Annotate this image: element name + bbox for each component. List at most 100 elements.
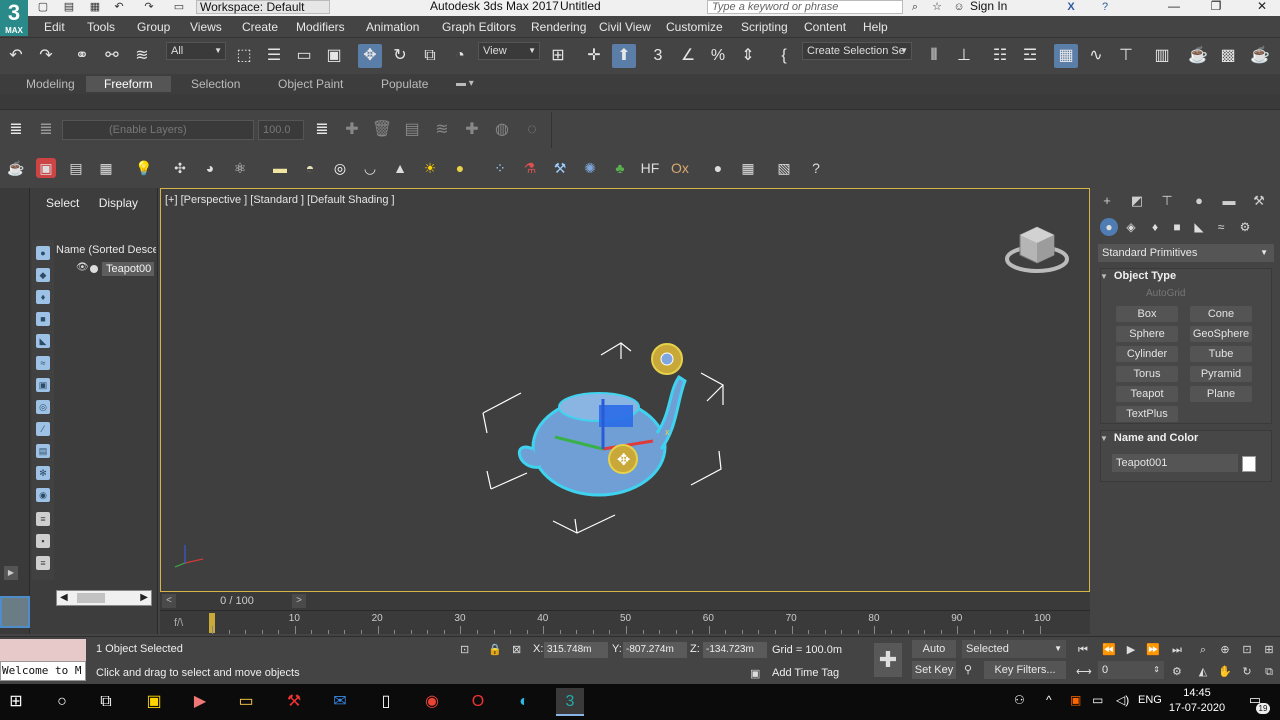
orbit-icon[interactable]: ↻ (1238, 663, 1256, 681)
geosphere-button[interactable]: GeoSphere (1190, 326, 1252, 342)
reference-coordinate-dropdown[interactable]: View ▼ (478, 42, 540, 60)
motion-tab-icon[interactable]: ● (1190, 192, 1208, 210)
frozen-filter-icon[interactable]: ✻ (36, 466, 50, 480)
zoom-all-icon[interactable]: ⊕ (1216, 641, 1234, 659)
select-and-rotate-icon[interactable]: ↻ (388, 44, 412, 68)
undo-icon[interactable]: ↶ (4, 44, 28, 68)
groups-filter-icon[interactable]: ▣ (36, 378, 50, 392)
render-setup-icon[interactable]: ☕ (1186, 44, 1210, 68)
xrefs-filter-icon[interactable]: ◎ (36, 400, 50, 414)
isolate-selection-icon[interactable]: ⊡ (460, 643, 469, 657)
material-icon[interactable]: ▣ (36, 158, 56, 178)
tab-object-paint[interactable]: Object Paint (278, 76, 343, 92)
menu-content[interactable]: Content (804, 19, 846, 35)
previous-frame-icon[interactable]: < (162, 594, 176, 608)
key-mode-dropdown[interactable]: Selected ▼ (962, 640, 1066, 658)
viewport-label[interactable]: [+] [Perspective ] [Standard ] [Default … (165, 194, 395, 206)
percent-snap-icon[interactable]: % (706, 44, 730, 68)
material-editor-icon[interactable]: ▥ (1150, 44, 1174, 68)
time-config-icon[interactable]: ⚙ (1172, 665, 1182, 679)
sphere-light-icon[interactable]: ◎ (330, 158, 350, 178)
cameras-icon[interactable]: ■ (1168, 218, 1186, 236)
lock-icon[interactable]: 🔒 (488, 643, 502, 657)
rendered-frame-window-icon[interactable]: ▩ (1216, 44, 1240, 68)
previous-key-icon[interactable]: ⏪ (1100, 641, 1118, 659)
delete-layer-icon[interactable]: 🗑 (370, 118, 394, 142)
zoom-extents-icon[interactable]: ⊡ (1238, 641, 1256, 659)
cone-light-icon[interactable]: ▲ (390, 158, 410, 178)
menu-create[interactable]: Create (242, 19, 278, 35)
x-coordinate-field[interactable]: 315.748m (544, 642, 608, 658)
menu-graph-editors[interactable]: Graph Editors (442, 19, 516, 35)
name-color-header[interactable]: ▼ Name and Color (1100, 432, 1198, 444)
object-color-swatch[interactable] (1242, 456, 1256, 472)
hierarchy-tab-icon[interactable]: ⊤ (1158, 192, 1176, 210)
close-icon[interactable]: ✕ (1250, 0, 1274, 14)
grid-table-icon[interactable]: ▦ (96, 158, 116, 178)
unlink-icon[interactable]: ⚯ (100, 44, 124, 68)
menu-views[interactable]: Views (190, 19, 222, 35)
key-mode-icon[interactable]: ⟷ (1076, 665, 1092, 679)
shapes-filter-icon[interactable]: ◆ (36, 268, 50, 282)
layers-icon[interactable]: ≣ (4, 118, 28, 142)
tab-selection[interactable]: Selection (191, 76, 240, 92)
select-object-icon[interactable]: ⬚ (232, 44, 256, 68)
pyramid-button[interactable]: Pyramid (1190, 366, 1252, 382)
menu-civil-view[interactable]: Civil View (599, 19, 651, 35)
rectangular-selection-icon[interactable]: ▭ (292, 44, 316, 68)
layer-freeze-icon[interactable]: ◍ (490, 118, 514, 142)
pan-icon[interactable]: ✋ (1216, 663, 1234, 681)
set-keys-icon[interactable]: ✚ (874, 643, 902, 677)
search-circle-icon[interactable]: ○ (48, 688, 76, 716)
3dsmax-taskbar-icon[interactable]: 3 (556, 688, 584, 716)
menu-scripting[interactable]: Scripting (741, 19, 788, 35)
layer-dropdown[interactable]: (Enable Layers) (62, 120, 254, 140)
render-production-icon[interactable]: ☕ (1248, 44, 1272, 68)
snaps-toggle-icon[interactable]: 3 (646, 44, 670, 68)
perspective-viewport[interactable]: [+] [Perspective ] [Standard ] [Default … (160, 188, 1090, 592)
edge-icon[interactable]: ◐ (510, 688, 538, 716)
redo-icon[interactable]: ↷ (142, 0, 156, 14)
link-icon[interactable]: ⚭ (70, 44, 94, 68)
spacewarps-icon[interactable]: ≈ (1212, 218, 1230, 236)
sun-icon[interactable]: ☀ (420, 158, 440, 178)
tab-modeling[interactable]: Modeling (26, 76, 75, 92)
sky-icon[interactable]: ● (450, 158, 470, 178)
spinner-snap-icon[interactable]: ⇕ (736, 44, 760, 68)
sticky-notes-icon[interactable]: ▣ (140, 688, 168, 716)
light-bulb-icon[interactable]: 💡 (134, 158, 154, 178)
dome-light-icon[interactable]: ◓ (300, 158, 320, 178)
containers-filter-icon[interactable]: ▤ (36, 444, 50, 458)
y-coordinate-field[interactable]: -807.274m (623, 642, 687, 658)
auto-key-button[interactable]: Auto Key (912, 640, 956, 673)
plane-button[interactable]: Plane (1190, 386, 1252, 402)
menu-edit[interactable]: Edit (44, 19, 65, 35)
absolute-relative-icon[interactable]: ⊠ (512, 643, 521, 657)
next-frame-icon[interactable]: > (292, 594, 306, 608)
frame-buffer-icon[interactable]: ▧ (774, 158, 794, 178)
menu-animation[interactable]: Animation (366, 19, 419, 35)
field-of-view-icon[interactable]: ◭ (1194, 663, 1212, 681)
volume-icon[interactable]: ◁) (1116, 693, 1129, 707)
user-icon[interactable]: ☺ (952, 0, 966, 14)
helpers-filter-icon[interactable]: ◣ (36, 334, 50, 348)
menu-modifiers[interactable]: Modifiers (296, 19, 345, 35)
viewport-thumbnail[interactable] (0, 596, 30, 628)
mirror-icon[interactable]: ⫴ (922, 44, 946, 68)
key-filters-button[interactable]: Key Filters... (984, 661, 1066, 679)
restore-icon[interactable]: ❐ (1204, 0, 1228, 14)
plane-light-icon[interactable]: ▬ (270, 158, 290, 178)
cameras-filter-icon[interactable]: ■ (36, 312, 50, 326)
go-to-start-icon[interactable]: ⏮ (1074, 641, 1092, 659)
scroll-right-icon[interactable]: ▶ (140, 591, 148, 605)
set-key-button[interactable]: Set Key (912, 661, 956, 679)
maxscript-listener[interactable]: Welcome to M (0, 661, 86, 681)
tube-button[interactable]: Tube (1190, 346, 1252, 362)
undo-icon[interactable]: ↶ (112, 0, 126, 14)
named-selection-dropdown[interactable]: Create Selection Se ▼ (802, 42, 912, 60)
maxscript-listener-top[interactable] (0, 639, 86, 661)
zoom-icon[interactable]: ⌕ (1194, 641, 1212, 659)
curve-editor-icon[interactable]: ∿ (1084, 44, 1108, 68)
layer-explorer-icon[interactable]: ☲ (1018, 44, 1042, 68)
tab-select[interactable]: Select (46, 196, 79, 210)
